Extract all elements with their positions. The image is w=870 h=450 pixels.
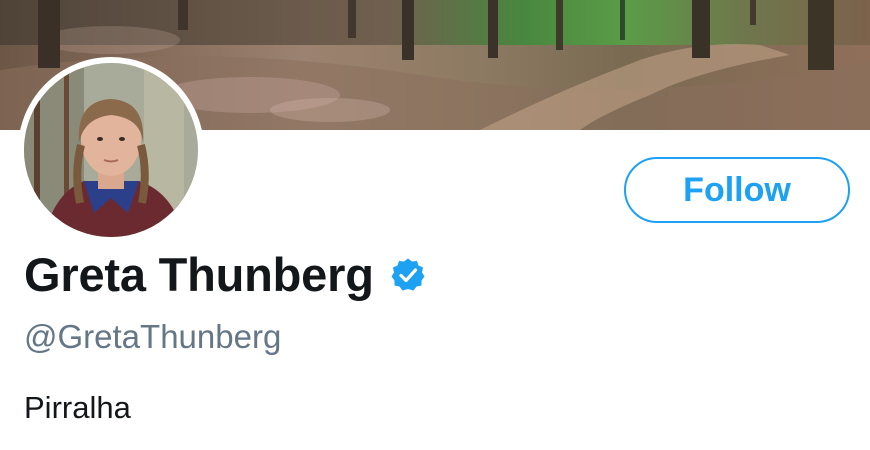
follow-button[interactable]: Follow	[624, 157, 850, 223]
name-row: Greta Thunberg	[24, 246, 426, 302]
verified-badge-icon	[390, 257, 426, 293]
profile-page: Follow Greta Thunberg @GretaThunberg Pir…	[0, 0, 870, 450]
avatar-portrait-illustration	[24, 63, 198, 237]
user-handle: @GretaThunberg	[24, 318, 282, 355]
profile-avatar-frame	[18, 57, 204, 243]
avatar[interactable]	[24, 63, 198, 237]
display-name: Greta Thunberg	[24, 247, 374, 301]
profile-bio: Pirralha	[24, 390, 131, 425]
